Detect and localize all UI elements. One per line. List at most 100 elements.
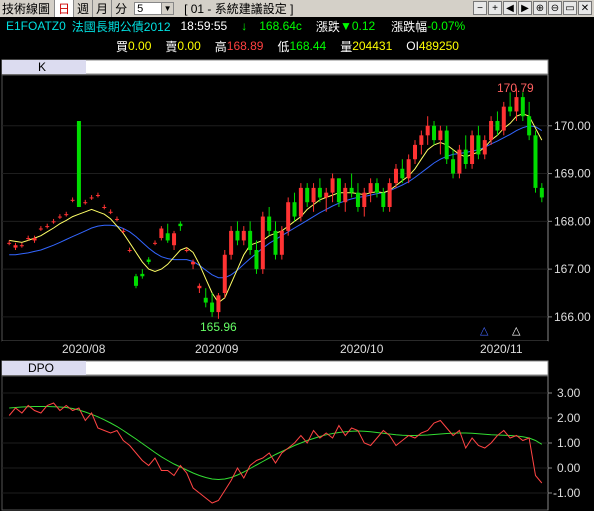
dpo-axis: -1.00 0.00 1.00 2.00 3.00	[548, 386, 581, 500]
candle-body	[273, 230, 278, 255]
candle-body	[470, 135, 475, 164]
candle-body	[476, 135, 481, 155]
candle-body	[153, 242, 158, 244]
last-price: 168.64c	[259, 19, 302, 33]
candle-body	[133, 276, 138, 286]
minus-icon[interactable]: −	[473, 1, 487, 15]
candle-body	[13, 245, 18, 248]
candle-body	[216, 295, 221, 313]
candle-body	[489, 121, 494, 141]
price-axis: 166.00 167.00 168.00 169.00 170.00	[548, 119, 591, 324]
candle-body	[32, 238, 37, 241]
candle-body	[70, 199, 75, 201]
candle-body	[292, 202, 297, 217]
candle-body	[514, 97, 519, 112]
setting-selector[interactable]: [ 01 - 系統建議設定 ]	[184, 0, 293, 17]
candle-body	[222, 254, 227, 293]
candle-body	[102, 207, 107, 208]
period-day-button[interactable]: 日	[54, 0, 74, 17]
candle-body	[305, 187, 310, 203]
candle-body	[317, 187, 322, 198]
candle-body	[159, 228, 164, 239]
candle-body	[38, 228, 43, 230]
candle-body	[520, 97, 525, 117]
candle-body	[197, 285, 202, 289]
candle-body	[203, 297, 208, 303]
candle-body	[374, 183, 379, 193]
min-price-annotation: 165.96	[200, 320, 237, 334]
candle-body	[527, 116, 532, 136]
y-tick-label: 2.00	[557, 411, 581, 425]
candle-body	[406, 159, 411, 179]
oi-label: OI	[406, 39, 419, 53]
window-title: 技術線圖	[2, 2, 51, 16]
low-label: 低	[277, 39, 290, 54]
candle-body	[108, 211, 113, 213]
chart-area[interactable]: K 166.00167.00168.00169.00170.00 170.79 …	[0, 56, 594, 511]
candle-body	[349, 187, 354, 193]
candle-body	[254, 250, 259, 270]
period-minute-button[interactable]: 分	[111, 0, 130, 17]
minute-select-value: 5	[137, 3, 144, 15]
candle-body	[83, 202, 88, 204]
candle-body	[95, 195, 100, 197]
change-pct-label: 漲跌幅	[391, 19, 428, 34]
candle-body	[362, 192, 367, 207]
y-tick-label: -1.00	[553, 486, 581, 500]
chart-toolbar: 技術線圖 日 週 月 分 5 ▼ [ 01 - 系統建議設定 ] − + ◀ ▶ ⊕ ⊖ ▭ ✕	[0, 0, 594, 17]
date-label: 2020/11	[480, 342, 523, 356]
candle-body	[451, 159, 456, 174]
candle-body	[51, 221, 56, 223]
candle-body	[425, 125, 430, 136]
period-month-button[interactable]: 月	[92, 0, 111, 17]
period-week-button[interactable]: 週	[73, 0, 92, 17]
ask-label: 賣	[165, 39, 178, 54]
chevron-down-icon[interactable]: ▼	[161, 3, 174, 14]
y-tick-label: 168.00	[554, 214, 591, 228]
oi-value: 489250	[418, 39, 459, 53]
candle-body	[413, 144, 418, 160]
zoom-out-icon[interactable]: ⊖	[548, 1, 562, 15]
candle-body	[114, 218, 119, 220]
ma-short-path	[9, 113, 543, 304]
minute-select[interactable]: 5 ▼	[134, 2, 175, 15]
candle-body	[539, 187, 544, 198]
candle-body	[508, 106, 513, 112]
y-tick-label: 3.00	[557, 386, 581, 400]
quote-row-1: E1FOATZ0 法國長期公債2012 18:59:55 ↓ 168.64c 漲…	[0, 17, 594, 35]
ask-value: 0.00	[177, 39, 201, 53]
dpo-grid	[2, 392, 548, 494]
zoom-in-icon[interactable]: ⊕	[533, 1, 547, 15]
y-tick-label: 167.00	[554, 262, 591, 276]
plus-icon[interactable]: +	[488, 1, 502, 15]
price-panel-border	[1, 74, 549, 342]
candle-body	[140, 273, 145, 277]
candle-body	[330, 178, 335, 193]
down-arrow-icon: ↓	[241, 19, 248, 33]
candle-body	[178, 223, 183, 227]
date-label: 2020/10	[340, 342, 384, 356]
left-arrow-icon[interactable]: ◀	[503, 1, 517, 15]
ma-short-line	[9, 113, 543, 304]
candle-body	[438, 130, 443, 141]
tool-buttons: − + ◀ ▶ ⊕ ⊖ ▭ ✕	[473, 1, 592, 15]
candle-body	[463, 149, 468, 164]
dpo-panel[interactable]: DPO	[1, 360, 549, 511]
candle-body	[387, 183, 392, 207]
dpo-panel-label: DPO	[28, 361, 54, 375]
window-icon[interactable]: ▭	[563, 1, 577, 15]
candle-body	[286, 202, 291, 231]
candle-body	[210, 302, 215, 313]
candle-body	[235, 230, 240, 241]
right-arrow-icon[interactable]: ▶	[518, 1, 532, 15]
low-value: 168.44	[289, 39, 327, 53]
bid-value: 0.00	[128, 39, 152, 53]
price-panel[interactable]: K	[1, 59, 549, 342]
close-icon[interactable]: ✕	[578, 1, 592, 15]
candle-body	[457, 149, 462, 174]
volume-label: 量	[340, 39, 353, 54]
candle-body	[400, 168, 405, 179]
bid-label: 買	[116, 39, 129, 54]
candle-body	[165, 233, 170, 241]
change-value: ▼0.12	[339, 19, 376, 33]
